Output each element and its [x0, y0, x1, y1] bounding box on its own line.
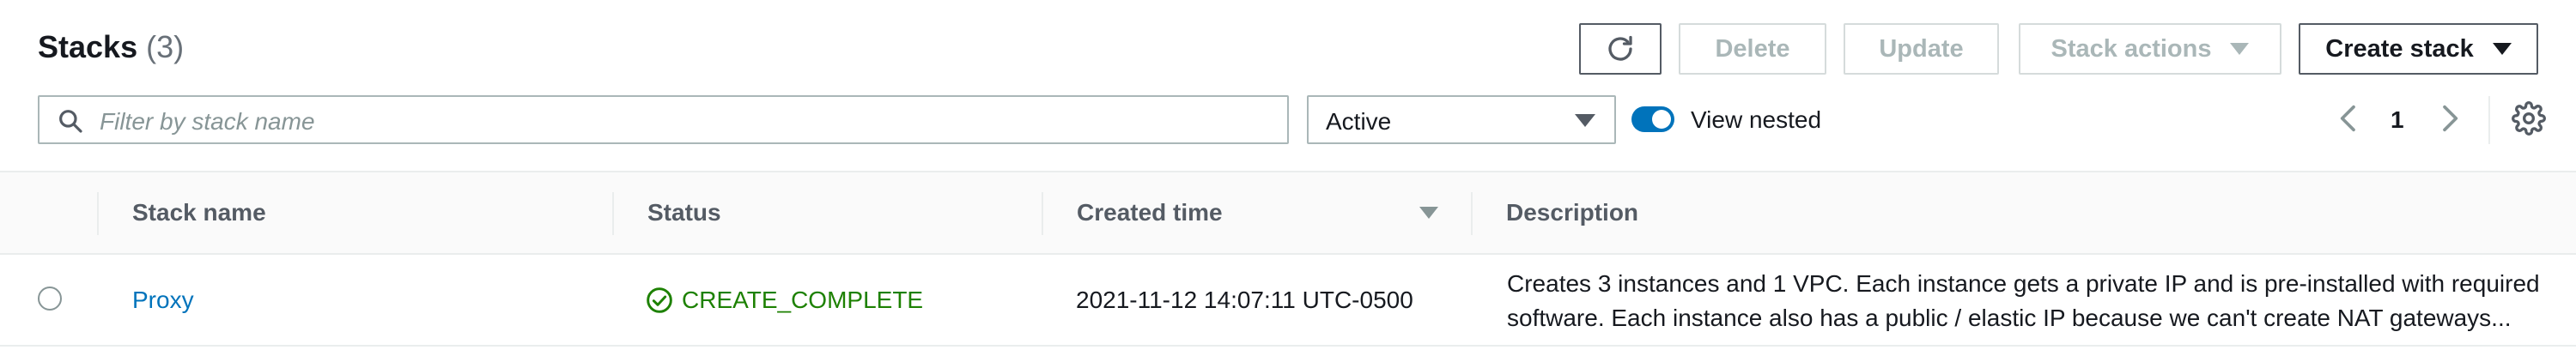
column-header-created-time[interactable]: Created time	[1077, 199, 1223, 226]
column-separator[interactable]	[612, 192, 614, 235]
chevron-right-icon[interactable]	[2432, 101, 2466, 136]
column-header-stack-name[interactable]: Stack name	[132, 199, 266, 226]
toggle-knob	[1652, 110, 1671, 129]
column-header-description[interactable]: Description	[1506, 199, 1638, 226]
update-button[interactable]: Update	[1844, 23, 1999, 75]
column-header-status[interactable]: Status	[647, 199, 721, 226]
view-nested-toggle[interactable]	[1631, 106, 1674, 132]
search-icon	[59, 110, 82, 133]
success-check-icon	[647, 287, 672, 313]
gear-icon[interactable]	[2512, 101, 2546, 136]
caret-down-icon	[2492, 43, 2512, 55]
column-separator[interactable]	[1471, 192, 1473, 235]
chevron-left-icon[interactable]	[2332, 101, 2366, 136]
search-placeholder: Filter by stack name	[100, 108, 315, 135]
search-input[interactable]: Filter by stack name	[38, 95, 1289, 144]
column-separator[interactable]	[1042, 192, 1043, 235]
status-cell: CREATE_COMPLETE	[646, 287, 923, 314]
stack-actions-button[interactable]: Stack actions	[2019, 23, 2281, 75]
create-stack-button[interactable]: Create stack	[2299, 23, 2538, 75]
refresh-icon	[1608, 35, 1632, 61]
view-nested-label: View nested	[1691, 106, 1822, 133]
page-title-text: Stacks	[38, 29, 138, 64]
description-line-1: Creates 3 instances and 1 VPC. Each inst…	[1507, 270, 2540, 297]
stack-actions-label: Stack actions	[2050, 34, 2212, 63]
sort-descending-icon[interactable]	[1419, 207, 1438, 219]
created-time: 2021-11-12 14:07:11 UTC-0500	[1076, 287, 1413, 313]
table-header	[0, 172, 2576, 255]
status-text: CREATE_COMPLETE	[682, 287, 924, 313]
caret-down-icon	[2230, 43, 2250, 55]
description-cell: Creates 3 instances and 1 VPC. Each inst…	[1507, 267, 2550, 335]
status-filter-value: Active	[1326, 108, 1392, 135]
delete-button[interactable]: Delete	[1679, 23, 1826, 75]
refresh-button[interactable]	[1579, 23, 1662, 75]
column-separator[interactable]	[97, 192, 99, 235]
page-title: Stacks (3)	[38, 29, 184, 65]
stack-name-link[interactable]: Proxy	[132, 287, 194, 314]
pager-divider	[2488, 96, 2490, 144]
stack-count: (3)	[146, 29, 185, 64]
status-filter-select[interactable]: Active	[1307, 95, 1616, 144]
row-select-radio[interactable]	[38, 287, 62, 311]
page-number[interactable]: 1	[2391, 106, 2404, 134]
description-line-2: software. Each instance also has a publi…	[1507, 305, 2512, 331]
caret-down-icon	[1575, 114, 1595, 127]
create-stack-label: Create stack	[2325, 34, 2474, 63]
